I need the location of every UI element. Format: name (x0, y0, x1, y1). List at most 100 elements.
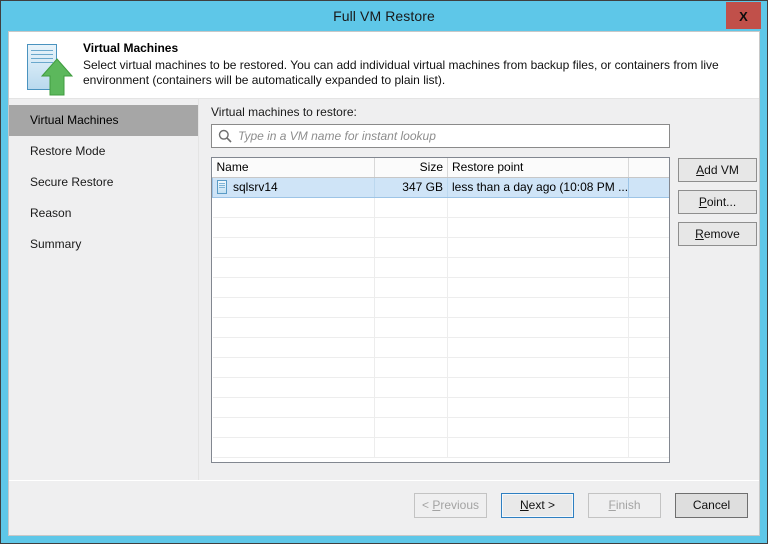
search-input[interactable] (238, 126, 669, 146)
cell-empty (448, 357, 629, 377)
cell-name: sqlsrv14 (213, 177, 375, 197)
vm-icon (217, 180, 227, 194)
accel-a: A (696, 163, 704, 177)
next-button[interactable]: Next > (501, 493, 574, 518)
cell-empty (629, 217, 670, 237)
cell-empty (629, 317, 670, 337)
wizard-step-sidebar: Virtual Machines Restore Mode Secure Res… (9, 99, 199, 480)
cell-empty (213, 257, 375, 277)
cell-empty (375, 397, 448, 417)
cell-empty (629, 237, 670, 257)
table-row-empty (213, 437, 670, 457)
previous-button[interactable]: < Previous (414, 493, 487, 518)
table-row-empty (213, 397, 670, 417)
cell-empty (375, 277, 448, 297)
cell-empty (375, 317, 448, 337)
accel-p: P (699, 195, 707, 209)
cell-empty (448, 217, 629, 237)
sidebar-item-secure-restore[interactable]: Secure Restore (9, 167, 198, 198)
cell-empty (629, 277, 670, 297)
cell-empty (213, 237, 375, 257)
cell-empty (213, 197, 375, 217)
table-row-empty (213, 337, 670, 357)
sidebar-item-restore-mode[interactable]: Restore Mode (9, 136, 198, 167)
table-header-row: Name Size Restore point (213, 158, 670, 177)
banner-title: Virtual Machines (83, 41, 723, 55)
cell-empty (213, 377, 375, 397)
table-row-empty (213, 377, 670, 397)
cell-empty (213, 297, 375, 317)
cell-empty (375, 417, 448, 437)
search-box[interactable] (211, 124, 670, 148)
cell-empty (375, 197, 448, 217)
sidebar-item-virtual-machines[interactable]: Virtual Machines (9, 105, 198, 136)
cell-restore-point: less than a day ago (10:08 PM ... (448, 177, 629, 197)
cell-empty (213, 277, 375, 297)
accel-f: F (608, 498, 615, 512)
banner-text: Virtual Machines Select virtual machines… (73, 40, 723, 88)
cell-empty (448, 437, 629, 457)
grid-action-buttons: Add VM Point... Remove (678, 157, 757, 246)
cell-empty (448, 337, 629, 357)
finish-button-label: inish (616, 498, 641, 512)
cancel-button[interactable]: Cancel (675, 493, 748, 518)
point-button[interactable]: Point... (678, 190, 757, 214)
cell-empty (375, 217, 448, 237)
cell-empty (629, 357, 670, 377)
previous-prefix: < (422, 498, 432, 512)
table-row-empty (213, 257, 670, 277)
column-header-name[interactable]: Name (213, 158, 375, 177)
previous-button-label: revious (440, 498, 479, 512)
cell-empty (629, 437, 670, 457)
vm-name-text: sqlsrv14 (233, 180, 278, 194)
cell-empty (629, 417, 670, 437)
cell-empty (375, 237, 448, 257)
banner-description: Select virtual machines to be restored. … (83, 58, 723, 88)
table-row[interactable]: sqlsrv14 347 GB less than a day ago (10:… (213, 177, 670, 197)
banner: Virtual Machines Select virtual machines… (9, 32, 759, 98)
sidebar-item-summary[interactable]: Summary (9, 229, 198, 260)
accel-r: R (695, 227, 704, 241)
window-title: Full VM Restore (1, 1, 767, 31)
table-row-empty (213, 237, 670, 257)
next-button-label: ext > (529, 498, 555, 512)
cell-empty (375, 377, 448, 397)
accel-n: N (520, 498, 529, 512)
cell-empty (375, 337, 448, 357)
title-bar: Full VM Restore X (1, 1, 767, 31)
cell-empty (213, 437, 375, 457)
remove-button[interactable]: Remove (678, 222, 757, 246)
column-header-restore-point[interactable]: Restore point (448, 158, 629, 177)
vm-list-grid[interactable]: Name Size Restore point (211, 157, 670, 463)
grid-and-actions: Name Size Restore point (211, 157, 759, 463)
vm-restore-icon (21, 42, 73, 96)
add-vm-button-label: dd VM (704, 163, 739, 177)
search-icon (212, 125, 238, 147)
add-vm-button[interactable]: Add VM (678, 158, 757, 182)
cell-empty (448, 197, 629, 217)
finish-button[interactable]: Finish (588, 493, 661, 518)
column-header-size[interactable]: Size (375, 158, 448, 177)
cell-empty (213, 397, 375, 417)
cell-empty (448, 317, 629, 337)
cell-empty (448, 417, 629, 437)
dialog-body: Virtual Machines Restore Mode Secure Res… (9, 98, 759, 480)
cell-empty (213, 337, 375, 357)
cell-empty (375, 257, 448, 277)
cell-empty (629, 397, 670, 417)
cell-empty (448, 397, 629, 417)
table-row-empty (213, 217, 670, 237)
cell-extra (629, 177, 670, 197)
green-up-arrow-icon (41, 58, 73, 96)
cell-empty (213, 317, 375, 337)
step-content: Virtual machines to restore: (199, 99, 759, 480)
cell-empty (629, 377, 670, 397)
column-header-extra[interactable] (629, 158, 670, 177)
cell-empty (213, 417, 375, 437)
close-icon[interactable]: X (726, 2, 761, 29)
cell-empty (375, 297, 448, 317)
sidebar-item-reason[interactable]: Reason (9, 198, 198, 229)
table-row-empty (213, 297, 670, 317)
cell-empty (629, 337, 670, 357)
footer-button-group: < Previous Next > Finish Cancel (414, 493, 748, 518)
